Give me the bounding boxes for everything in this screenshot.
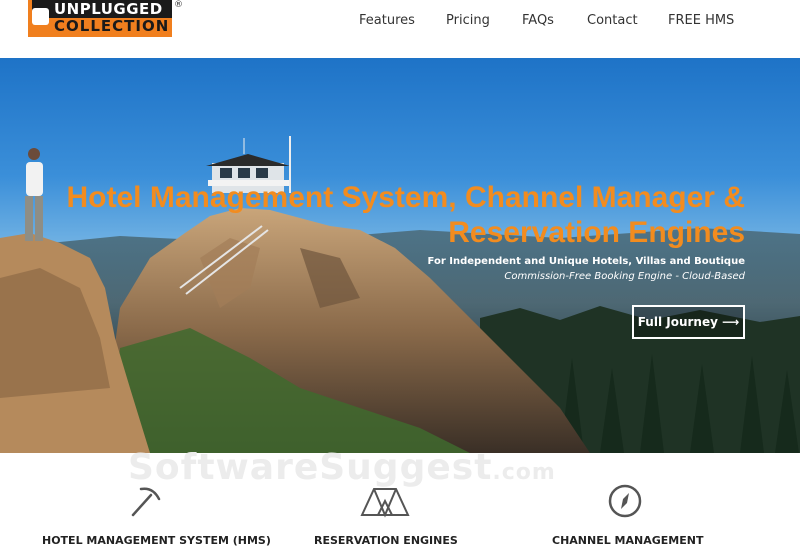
nav-pricing[interactable]: Pricing — [446, 13, 490, 28]
tent-icon — [360, 488, 410, 518]
hero-banner: Hotel Management System, Channel Manager… — [0, 58, 800, 453]
registered-mark: ® — [174, 0, 183, 10]
logo-line1: UNPLUGGED — [54, 0, 163, 18]
hero-subtitle: For Independent and Unique Hotels, Villa… — [427, 256, 745, 267]
nav-contact[interactable]: Contact — [587, 13, 638, 28]
feature-label-channel-management[interactable]: CHANNEL MANAGEMENT — [552, 534, 703, 547]
pickaxe-icon — [131, 487, 161, 517]
unplugged-collection-logo[interactable]: UNPLUGGED COLLECTION — [28, 0, 172, 37]
logo-line2: COLLECTION — [54, 17, 170, 35]
hero-headline: Hotel Management System, Channel Manager… — [25, 180, 746, 250]
hero-headline-line1: Hotel Management System, Channel Manager… — [66, 181, 746, 214]
feature-label-reservation-engines[interactable]: RESERVATION ENGINES — [314, 534, 458, 547]
watermark: SoftwareSuggest.com — [128, 447, 556, 488]
logo-square-icon — [32, 8, 49, 25]
watermark-text: SoftwareSuggest — [128, 447, 493, 488]
watermark-suffix: .com — [492, 460, 556, 485]
site-header: UNPLUGGED COLLECTION ® Features Pricing … — [0, 0, 800, 58]
full-journey-button[interactable]: Full Journey ⟶ — [632, 305, 745, 339]
hero-tagline: Commission-Free Booking Engine - Cloud-B… — [504, 271, 745, 282]
nav-free-hms[interactable]: FREE HMS — [668, 13, 734, 28]
features-section: SoftwareSuggest.com HOTEL MANAGEMENT SYS… — [0, 447, 800, 553]
compass-icon — [608, 484, 642, 518]
hero-headline-line2: Reservation Engines — [448, 216, 745, 249]
feature-label-hms[interactable]: HOTEL MANAGEMENT SYSTEM (HMS) — [42, 534, 271, 547]
nav-features[interactable]: Features — [359, 13, 415, 28]
nav-faqs[interactable]: FAQs — [522, 13, 554, 28]
